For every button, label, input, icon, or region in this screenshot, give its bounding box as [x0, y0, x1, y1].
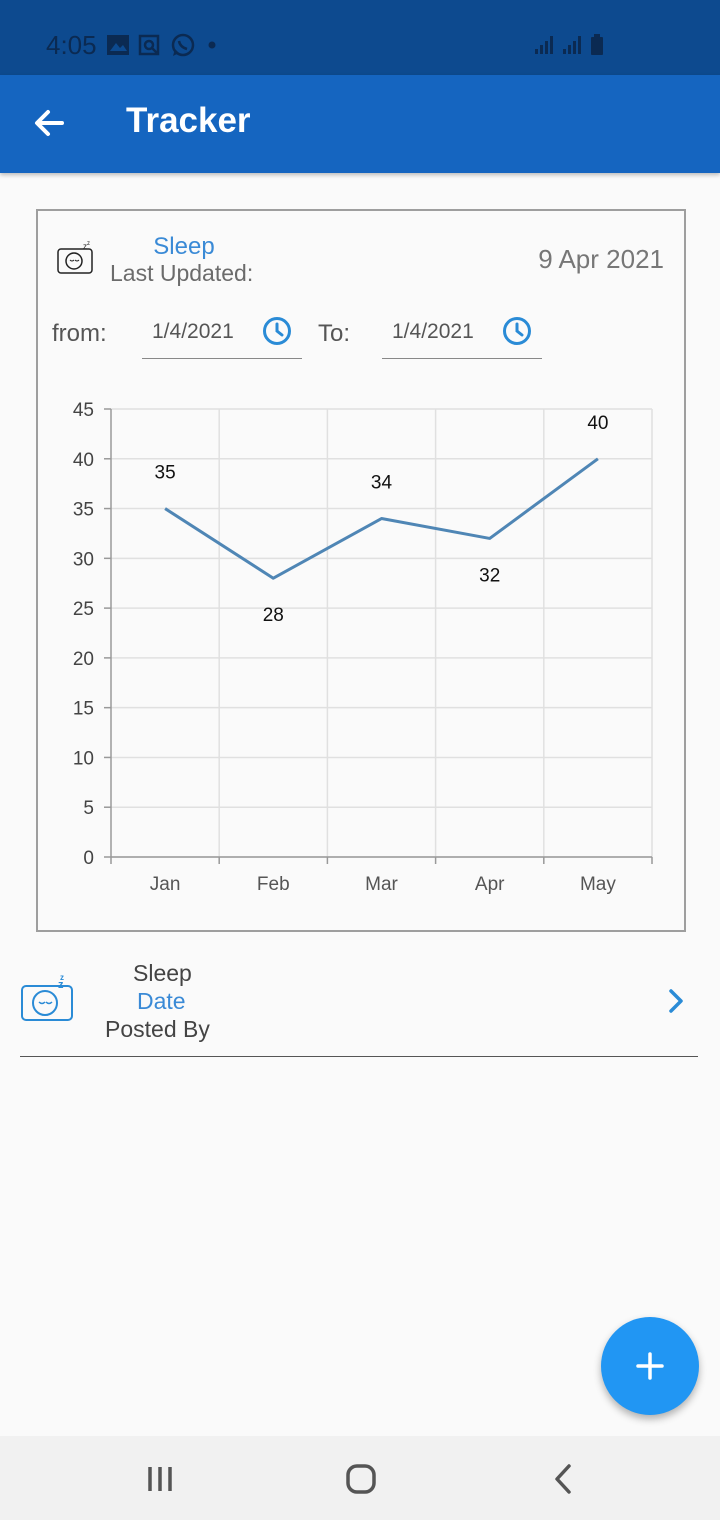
list-item-date: Date — [137, 988, 186, 1014]
data-label: 28 — [263, 605, 284, 626]
y-tick-label: 10 — [73, 748, 94, 769]
y-tick-label: 15 — [73, 699, 94, 720]
data-label: 32 — [479, 565, 500, 586]
recent-apps-icon[interactable] — [140, 1462, 180, 1496]
y-tick-label: 30 — [73, 549, 94, 570]
chevron-right-icon[interactable] — [664, 988, 688, 1014]
dot-icon — [208, 41, 216, 49]
y-tick-label: 35 — [73, 500, 94, 521]
home-icon[interactable] — [341, 1462, 381, 1496]
data-label: 35 — [155, 463, 176, 484]
back-icon[interactable] — [544, 1462, 584, 1496]
arrow-left-icon[interactable] — [26, 99, 74, 147]
tracker-card: z z Sleep Last Updated: 9 Apr 2021 from:… — [36, 209, 686, 932]
y-tick-label: 25 — [73, 599, 94, 620]
y-tick-label: 0 — [83, 848, 94, 869]
battery-icon — [591, 34, 603, 55]
image-icon — [107, 35, 129, 55]
add-button[interactable] — [601, 1317, 699, 1415]
x-tick-label: Apr — [475, 874, 505, 895]
x-tick-label: Feb — [257, 874, 290, 895]
data-label: 40 — [587, 413, 608, 434]
screen-search-icon — [138, 34, 160, 56]
sleep-icon: z z — [21, 974, 73, 1021]
y-tick-label: 20 — [73, 649, 94, 670]
page-title: Tracker — [126, 101, 251, 140]
y-tick-label: 40 — [73, 450, 94, 471]
status-time: 4:05 — [46, 30, 97, 60]
sleep-line-chart: 0 5 10 15 20 25 30 35 40 45 Jan Feb Mar Apr May 35 28 34 3… — [73, 400, 653, 895]
y-tick-label: 45 — [73, 400, 94, 421]
x-tick-label: May — [580, 874, 616, 895]
signal-icon — [563, 36, 581, 54]
svg-text:z: z — [60, 974, 64, 982]
signal-icon — [535, 36, 553, 54]
status-icons-left — [106, 30, 220, 60]
app-bar: Tracker — [0, 75, 720, 173]
status-bar: 4:05 — [0, 0, 720, 75]
system-nav-bar — [0, 1436, 720, 1520]
list-item-posted-by: Posted By — [105, 1016, 210, 1042]
x-tick-label: Mar — [365, 874, 398, 895]
whatsapp-icon — [171, 33, 195, 57]
status-icons-right — [534, 34, 604, 56]
data-label: 34 — [371, 473, 393, 494]
list-item[interactable]: z z Sleep Date Posted By — [20, 950, 698, 1057]
x-tick-label: Jan — [150, 874, 181, 895]
list-item-title: Sleep — [133, 960, 192, 986]
y-tick-label: 5 — [83, 798, 94, 819]
plus-icon — [636, 1352, 664, 1380]
